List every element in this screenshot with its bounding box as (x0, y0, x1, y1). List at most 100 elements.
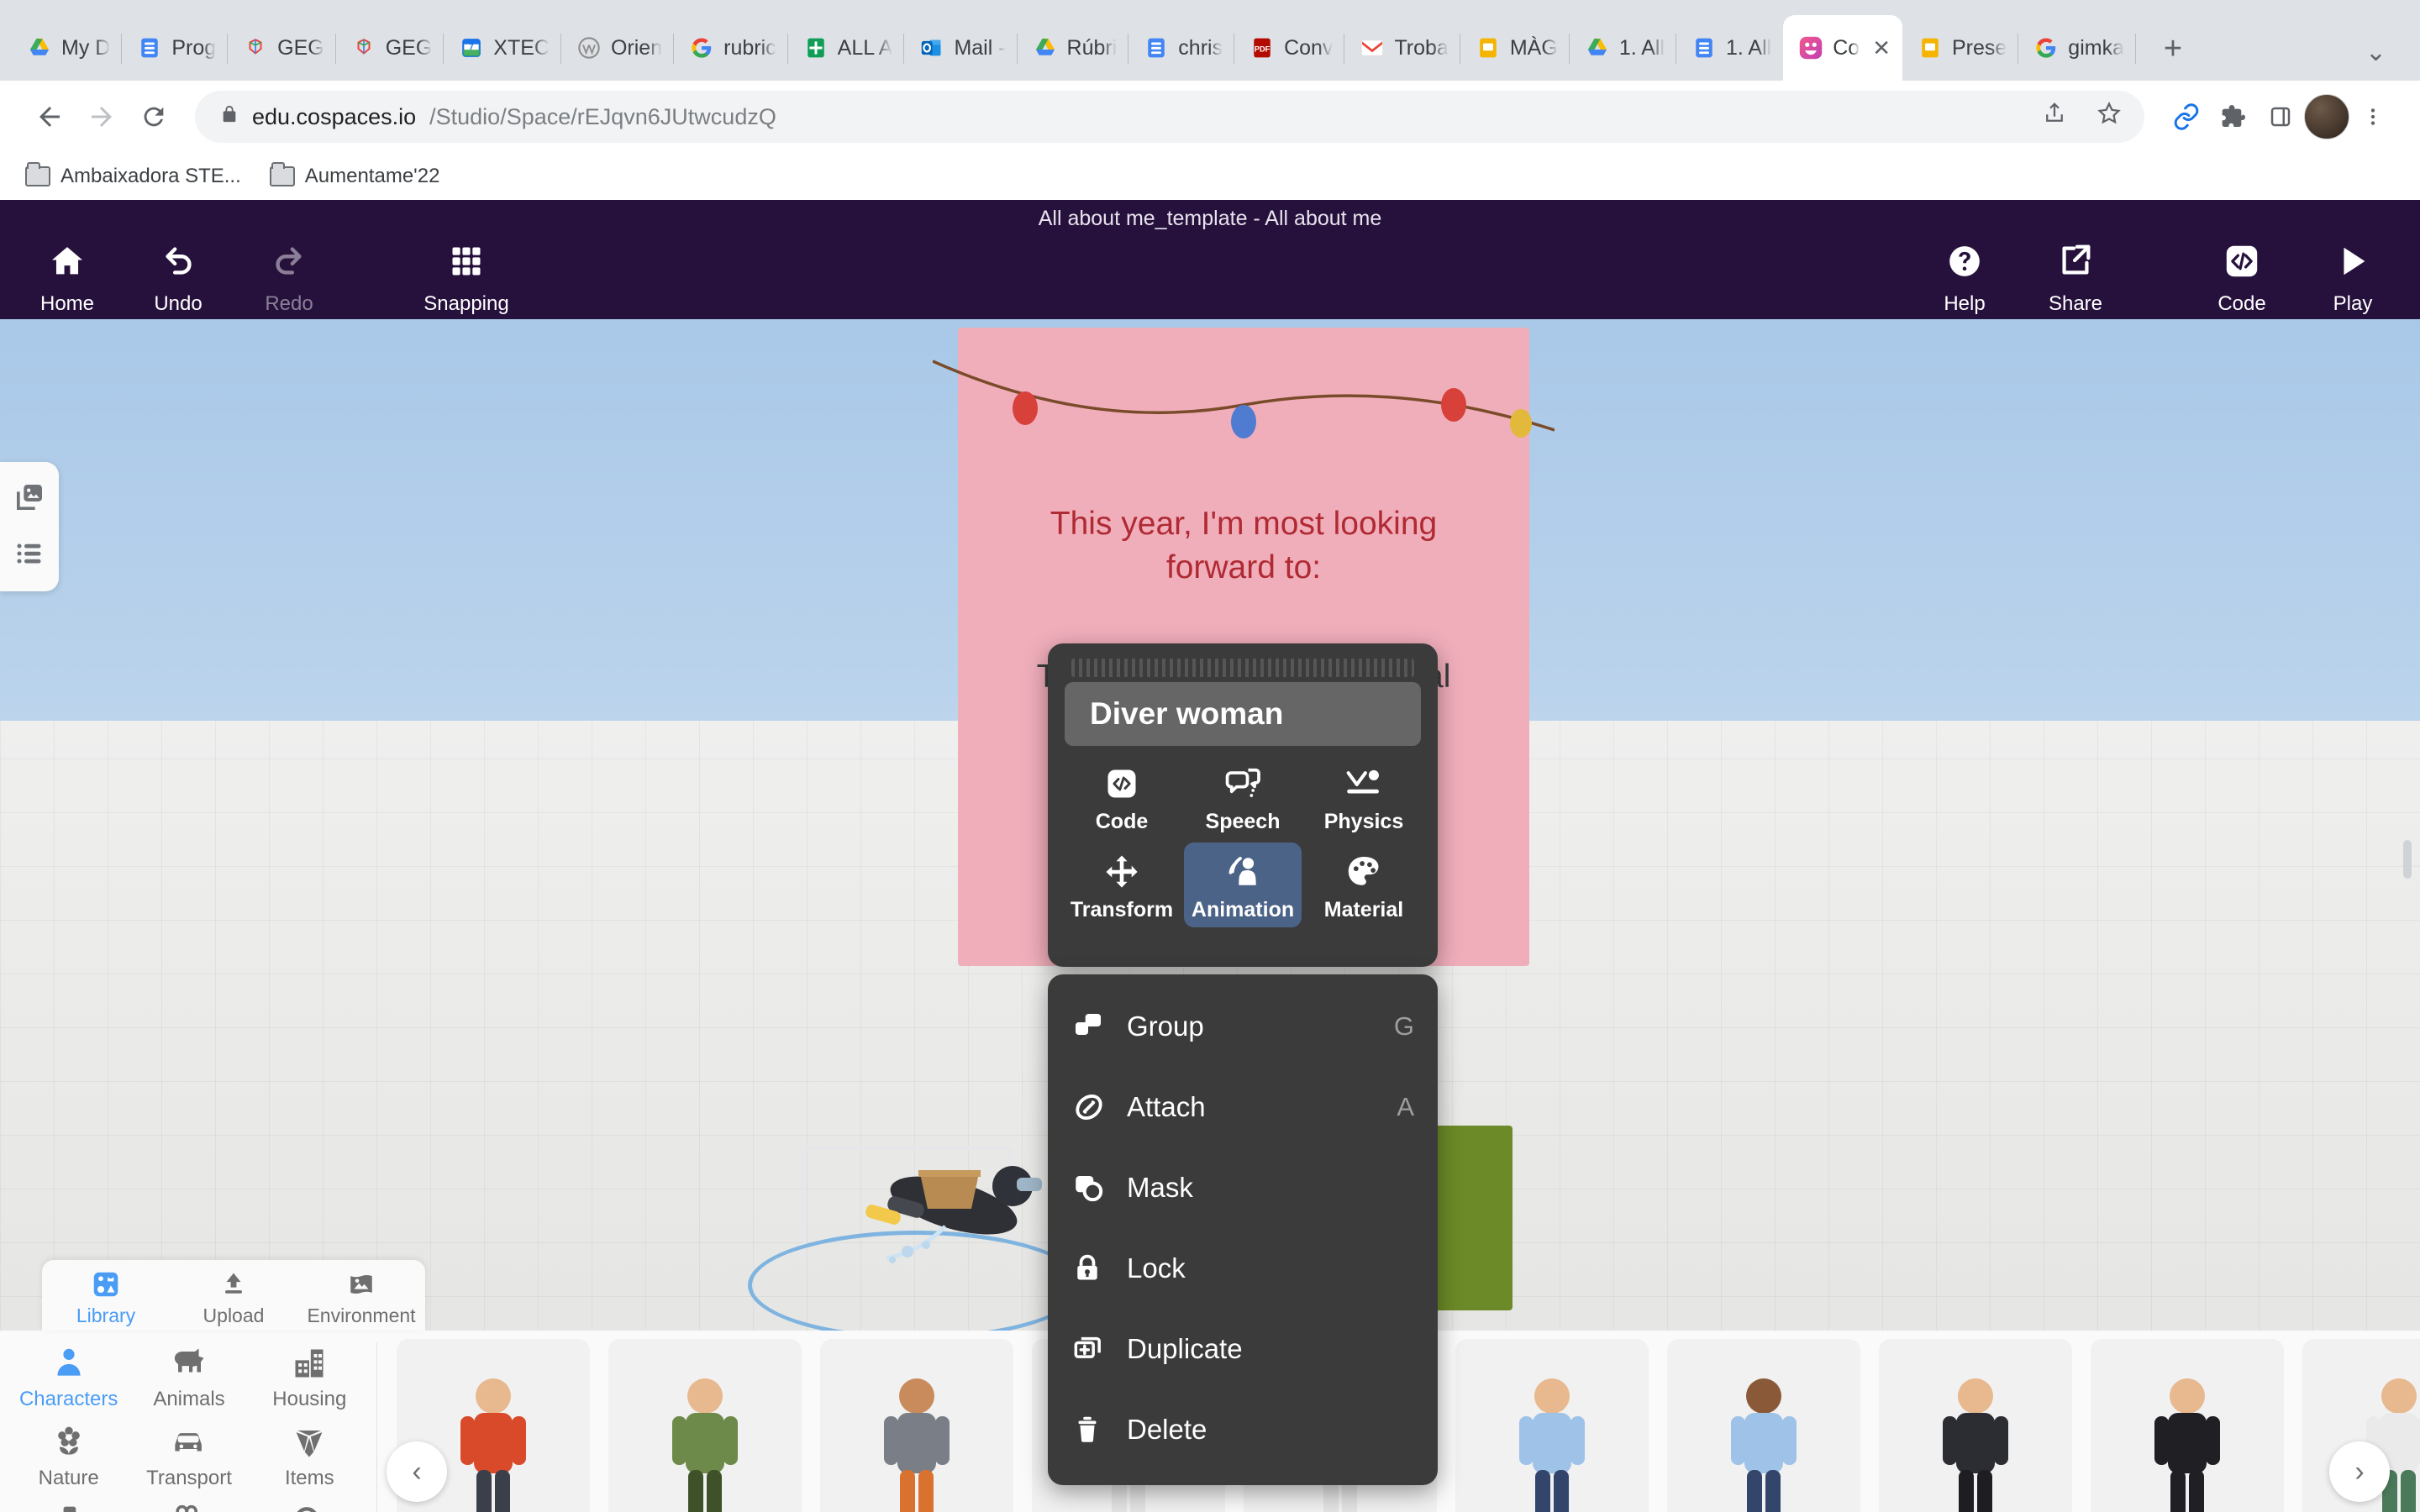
library-tab-upload[interactable]: Upload (170, 1268, 297, 1327)
close-icon[interactable]: ✕ (1872, 35, 1891, 61)
object-tool-code[interactable]: Code (1063, 754, 1181, 839)
animation-person-icon (1223, 849, 1263, 895)
physics-bounce-icon (1344, 761, 1384, 806)
browser-tab[interactable]: Prog (122, 15, 228, 81)
viewport-resize-handle[interactable] (2403, 840, 2412, 879)
library-category-characters[interactable]: Characters (8, 1342, 129, 1411)
browser-tab[interactable]: Rúbri (1018, 15, 1129, 81)
browser-tab[interactable]: MÀG (1460, 15, 1570, 81)
library-thumbnail-police-officer-flashlight[interactable] (1455, 1339, 1649, 1512)
context-menu-item-group[interactable]: Group G (1048, 986, 1438, 1067)
sidepanel-icon[interactable] (2257, 93, 2304, 140)
library-category-housing[interactable]: Housing (250, 1342, 370, 1411)
undo-icon (159, 237, 197, 286)
redo-button[interactable]: Redo (234, 237, 345, 316)
gmail-icon (1360, 35, 1385, 60)
browser-tab[interactable]: PDF Conv (1234, 15, 1345, 81)
library-category-label: Housing (272, 1388, 347, 1410)
snapping-button[interactable]: Snapping (395, 237, 538, 316)
context-menu-item-duplicate[interactable]: Duplicate (1048, 1309, 1438, 1389)
library-prev-button[interactable]: ‹ (387, 1441, 447, 1502)
library-category-animals[interactable]: Animals (129, 1342, 249, 1411)
library-tab-library[interactable]: Library (42, 1268, 170, 1327)
link-icon[interactable] (2163, 93, 2210, 140)
browser-tab[interactable]: Prese (1902, 15, 2019, 81)
object-context-menu[interactable]: Group G Attach A Mask Lock Duplicate Del… (1048, 974, 1438, 1485)
library-thumbnail-construction-worker-female[interactable] (608, 1339, 802, 1512)
library-category-building[interactable]: Building (8, 1500, 129, 1512)
browser-tab[interactable]: Troba (1344, 15, 1460, 81)
library-category-search[interactable]: Search (250, 1500, 370, 1512)
library-tab-environment[interactable]: Environment (297, 1268, 425, 1327)
browser-tab[interactable]: chris (1128, 15, 1234, 81)
panel-drag-handle[interactable] (1071, 659, 1414, 677)
browser-tab[interactable]: Co ✕ (1783, 15, 1902, 81)
scenes-image-icon[interactable] (13, 480, 46, 518)
object-tool-material[interactable]: Material (1305, 843, 1423, 927)
svg-text:PDF: PDF (1255, 45, 1270, 53)
forward-button[interactable] (76, 91, 128, 143)
kebab-menu-icon[interactable] (2349, 93, 2396, 140)
browser-tab[interactable]: 1. All (1570, 15, 1677, 81)
share-button[interactable]: Share (2020, 237, 2131, 316)
code-button[interactable]: Code (2186, 237, 2297, 316)
browser-tab[interactable]: Mail - (904, 15, 1018, 81)
context-menu-label: Attach (1127, 1091, 1206, 1122)
browser-tab-label: Mail - (954, 35, 1006, 60)
context-menu-item-lock[interactable]: Lock (1048, 1228, 1438, 1309)
play-button[interactable]: Play (2297, 237, 2408, 316)
object-tool-animation[interactable]: Animation (1184, 843, 1302, 927)
library-thumbnail-diver-suit-person[interactable] (2091, 1339, 2284, 1512)
bookmark-item[interactable]: Aumentame'22 (269, 162, 439, 188)
object-tool-transform[interactable]: Transform (1063, 843, 1181, 927)
library-category-nature[interactable]: Nature (8, 1421, 129, 1490)
context-menu-item-mask[interactable]: Mask (1048, 1147, 1438, 1228)
share-icon[interactable] (2042, 101, 2067, 133)
home-icon (48, 237, 87, 286)
browser-tab[interactable]: GEG (228, 15, 336, 81)
context-menu-item-attach[interactable]: Attach A (1048, 1067, 1438, 1147)
bookmark-item[interactable]: Ambaixadora STE... (25, 162, 241, 188)
home-button[interactable]: Home (12, 237, 123, 316)
outlook-icon (919, 35, 944, 60)
library-category-transport[interactable]: Transport (129, 1421, 249, 1490)
address-bar[interactable]: edu.cospaces.io/Studio/Space/rEJqvn6JUtw… (195, 91, 2144, 143)
context-menu-item-delete[interactable]: Delete (1048, 1389, 1438, 1470)
back-button[interactable] (24, 91, 76, 143)
library-thumbnail-police-officer-radio[interactable] (1667, 1339, 1860, 1512)
library-next-button[interactable]: › (2329, 1441, 2390, 1502)
browser-tab[interactable]: gimka (2018, 15, 2136, 81)
browser-tab[interactable]: 7 XTEC (444, 15, 561, 81)
object-tool-speech[interactable]: Speech (1184, 754, 1302, 839)
extensions-icon[interactable] (2210, 93, 2257, 140)
star-icon[interactable] (2096, 100, 2123, 134)
browser-tab[interactable]: GEG (336, 15, 445, 81)
browser-tab[interactable]: 1. All (1676, 15, 1783, 81)
redo-label: Redo (265, 292, 313, 315)
chevron-down-icon[interactable]: ⌄ (2365, 38, 2386, 67)
object-property-panel[interactable]: Diver woman Code Speech Physics Transfor… (1048, 643, 1438, 967)
object-tool-physics[interactable]: Physics (1305, 754, 1423, 839)
library-thumbnail-construction-worker-male[interactable] (820, 1339, 1013, 1512)
drive-icon (1585, 35, 1610, 60)
browser-tab[interactable]: My D (12, 15, 123, 81)
browser-tab[interactable]: Orien (561, 15, 675, 81)
library-category-special[interactable]: Special (129, 1500, 249, 1512)
reload-button[interactable] (128, 91, 180, 143)
scene-basket[interactable] (912, 1155, 987, 1218)
undo-button[interactable]: Undo (123, 237, 234, 316)
object-name-field[interactable]: Diver woman (1065, 682, 1421, 746)
new-tab-button[interactable]: + (2149, 25, 2196, 72)
list-items-icon[interactable] (14, 538, 45, 573)
library-category-items[interactable]: Items (250, 1421, 370, 1490)
help-button[interactable]: Help (1909, 237, 2020, 316)
browser-tab-label: gimka (2068, 35, 2124, 60)
browser-tab[interactable]: rubric (674, 15, 788, 81)
thumbnail-figure (820, 1339, 1013, 1512)
library-thumbnail-diver-woman[interactable] (1879, 1339, 2072, 1512)
profile-avatar[interactable] (2304, 94, 2349, 139)
browser-tab[interactable]: ALL A (788, 15, 905, 81)
poster-line-1: This year, I'm most looking (1050, 506, 1438, 542)
scene-left-rail (0, 462, 59, 591)
browser-tab-label: 1. All (1726, 35, 1772, 60)
